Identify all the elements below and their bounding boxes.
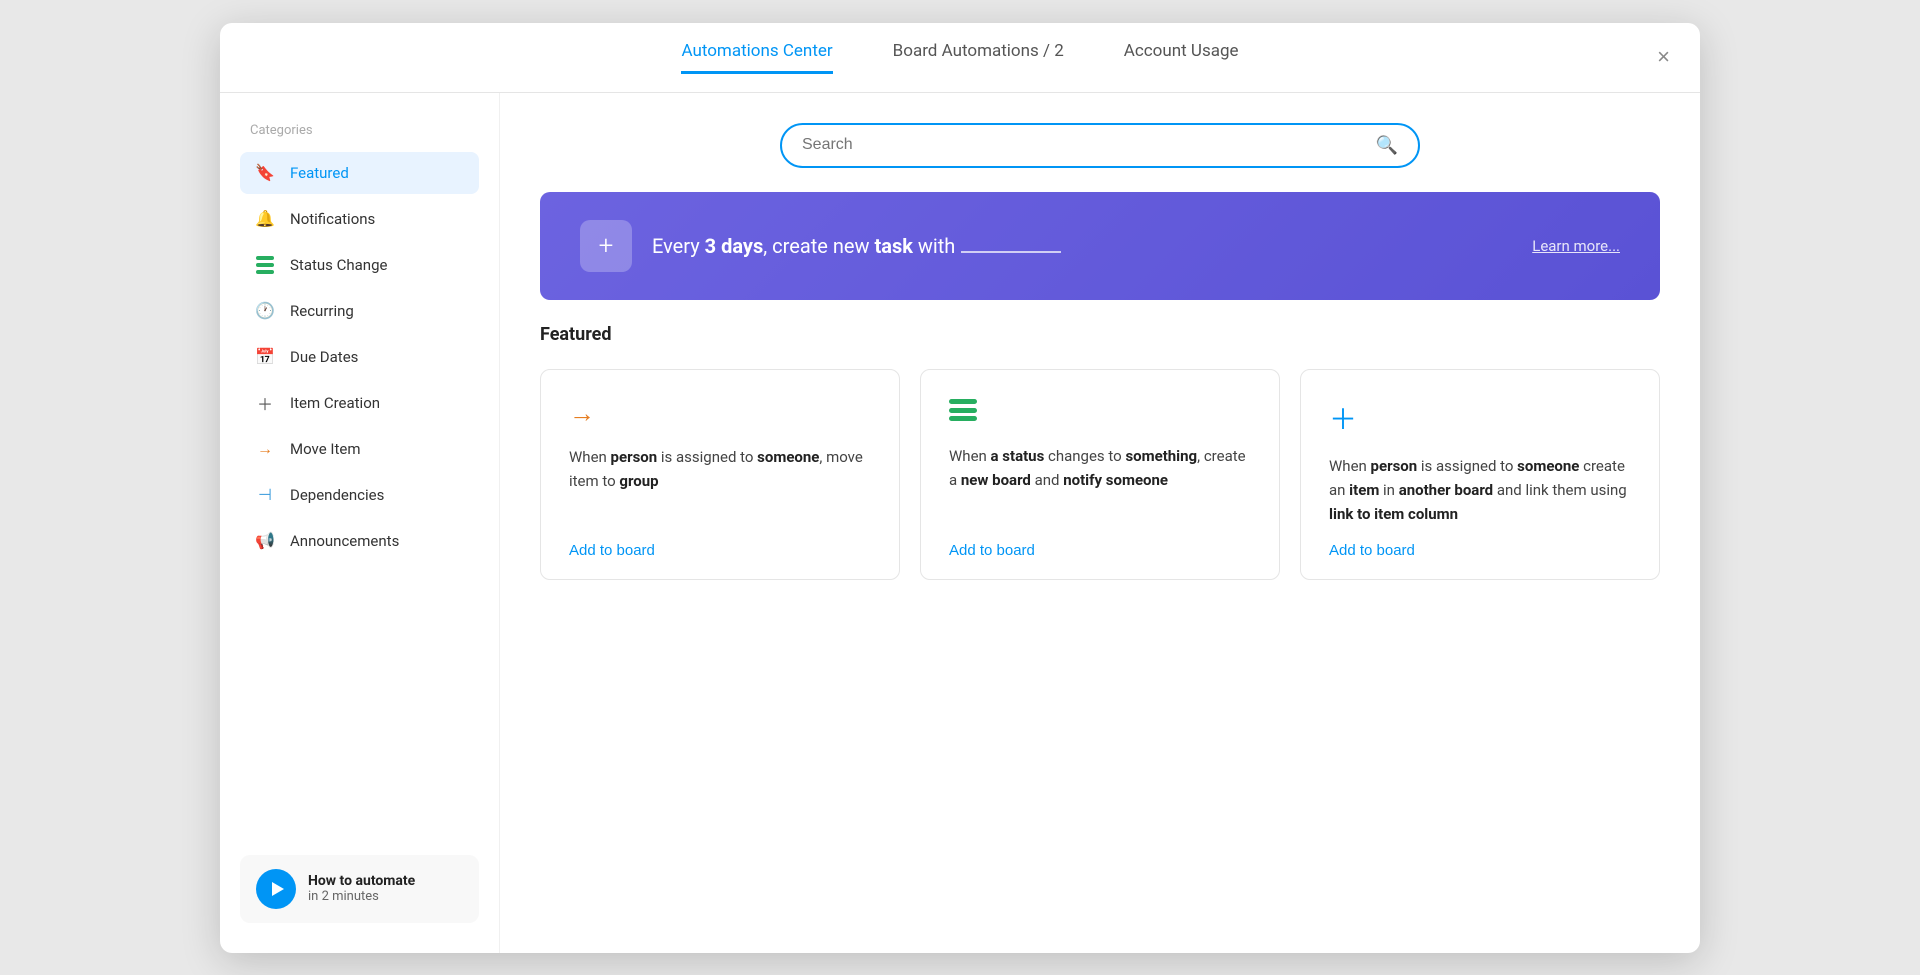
sidebar-item-notifications[interactable]: 🔔 Notifications: [240, 198, 479, 240]
card-body-1: When person is assigned to someone, move…: [569, 445, 871, 526]
video-card[interactable]: How to automate in 2 minutes: [240, 855, 479, 923]
sidebar-label-featured: Featured: [290, 164, 349, 182]
sidebar: Categories 🔖 Featured 🔔 Notifications St…: [220, 93, 500, 953]
video-subtitle: in 2 minutes: [308, 889, 415, 904]
calendar-icon: 📅: [254, 346, 276, 368]
sidebar-item-status-change[interactable]: Status Change: [240, 244, 479, 286]
sidebar-item-item-creation[interactable]: ＋ Item Creation: [240, 382, 479, 424]
modal-container: Automations Center Board Automations / 2…: [220, 23, 1700, 953]
add-to-board-3[interactable]: Add to board: [1329, 542, 1631, 559]
automation-card-2[interactable]: When a status changes to something, crea…: [920, 369, 1280, 580]
main-content: 🔍 + Every 3 days, create new task with L…: [500, 93, 1700, 953]
sidebar-item-dependencies[interactable]: ⊣ Dependencies: [240, 474, 479, 516]
featured-section: Featured: [540, 324, 1660, 345]
banner-prefix: Every: [652, 234, 705, 258]
modal-header: Automations Center Board Automations / 2…: [220, 23, 1700, 93]
video-title: How to automate: [308, 873, 415, 889]
categories-label: Categories: [240, 123, 479, 138]
announce-icon: 📢: [254, 530, 276, 552]
sidebar-label-status-change: Status Change: [290, 256, 387, 274]
search-icon: 🔍: [1376, 135, 1398, 156]
card-icon-plus: ＋: [1329, 398, 1631, 438]
add-to-board-1[interactable]: Add to board: [569, 542, 871, 559]
search-bar: 🔍: [780, 123, 1420, 168]
close-button[interactable]: ×: [1657, 46, 1670, 68]
banner-slot: [961, 251, 1061, 253]
banner-bold2: task: [874, 234, 912, 258]
sidebar-label-recurring: Recurring: [290, 302, 354, 320]
add-to-board-2[interactable]: Add to board: [949, 542, 1251, 559]
banner-bold1: 3 days: [705, 234, 764, 258]
banner-text: Every 3 days, create new task with: [652, 234, 1061, 258]
sidebar-label-notifications: Notifications: [290, 210, 375, 228]
clock-icon: 🕐: [254, 300, 276, 322]
learn-more-link[interactable]: Learn more...: [1532, 237, 1620, 255]
sidebar-label-dependencies: Dependencies: [290, 486, 384, 504]
modal-body: Categories 🔖 Featured 🔔 Notifications St…: [220, 93, 1700, 953]
card-icon-status: [949, 398, 1251, 428]
video-text: How to automate in 2 minutes: [308, 873, 415, 904]
sidebar-label-move-item: Move Item: [290, 440, 360, 458]
status-icon: [254, 254, 276, 276]
banner-left: + Every 3 days, create new task with: [580, 220, 1061, 272]
tab-account-usage[interactable]: Account Usage: [1124, 41, 1239, 74]
automation-card-1[interactable]: → When person is assigned to someone, mo…: [540, 369, 900, 580]
plus-icon: ＋: [254, 392, 276, 414]
sidebar-label-due-dates: Due Dates: [290, 348, 358, 366]
card-body-3: When person is assigned to someone creat…: [1329, 454, 1631, 526]
sidebar-item-announcements[interactable]: 📢 Announcements: [240, 520, 479, 562]
sidebar-label-item-creation: Item Creation: [290, 394, 380, 412]
sidebar-label-announcements: Announcements: [290, 532, 399, 550]
automation-card-3[interactable]: ＋ When person is assigned to someone cre…: [1300, 369, 1660, 580]
banner-mid: , create new: [763, 234, 874, 258]
section-title: Featured: [540, 324, 1660, 345]
banner-icon: +: [580, 220, 632, 272]
sidebar-item-due-dates[interactable]: 📅 Due Dates: [240, 336, 479, 378]
deps-icon: ⊣: [254, 484, 276, 506]
banner[interactable]: + Every 3 days, create new task with Lea…: [540, 192, 1660, 300]
tab-automations-center[interactable]: Automations Center: [681, 41, 832, 74]
sidebar-item-move-item[interactable]: → Move Item: [240, 428, 479, 470]
arrow-icon: →: [254, 438, 276, 460]
banner-suffix: with: [913, 234, 955, 258]
tab-board-automations[interactable]: Board Automations / 2: [893, 41, 1064, 74]
card-body-2: When a status changes to something, crea…: [949, 444, 1251, 526]
cards-row: → When person is assigned to someone, mo…: [540, 369, 1660, 580]
bookmark-icon: 🔖: [254, 162, 276, 184]
sidebar-item-recurring[interactable]: 🕐 Recurring: [240, 290, 479, 332]
card-icon-arrow: →: [569, 398, 871, 429]
bell-icon: 🔔: [254, 208, 276, 230]
search-input[interactable]: [802, 136, 1366, 154]
sidebar-item-featured[interactable]: 🔖 Featured: [240, 152, 479, 194]
play-button[interactable]: [256, 869, 296, 909]
